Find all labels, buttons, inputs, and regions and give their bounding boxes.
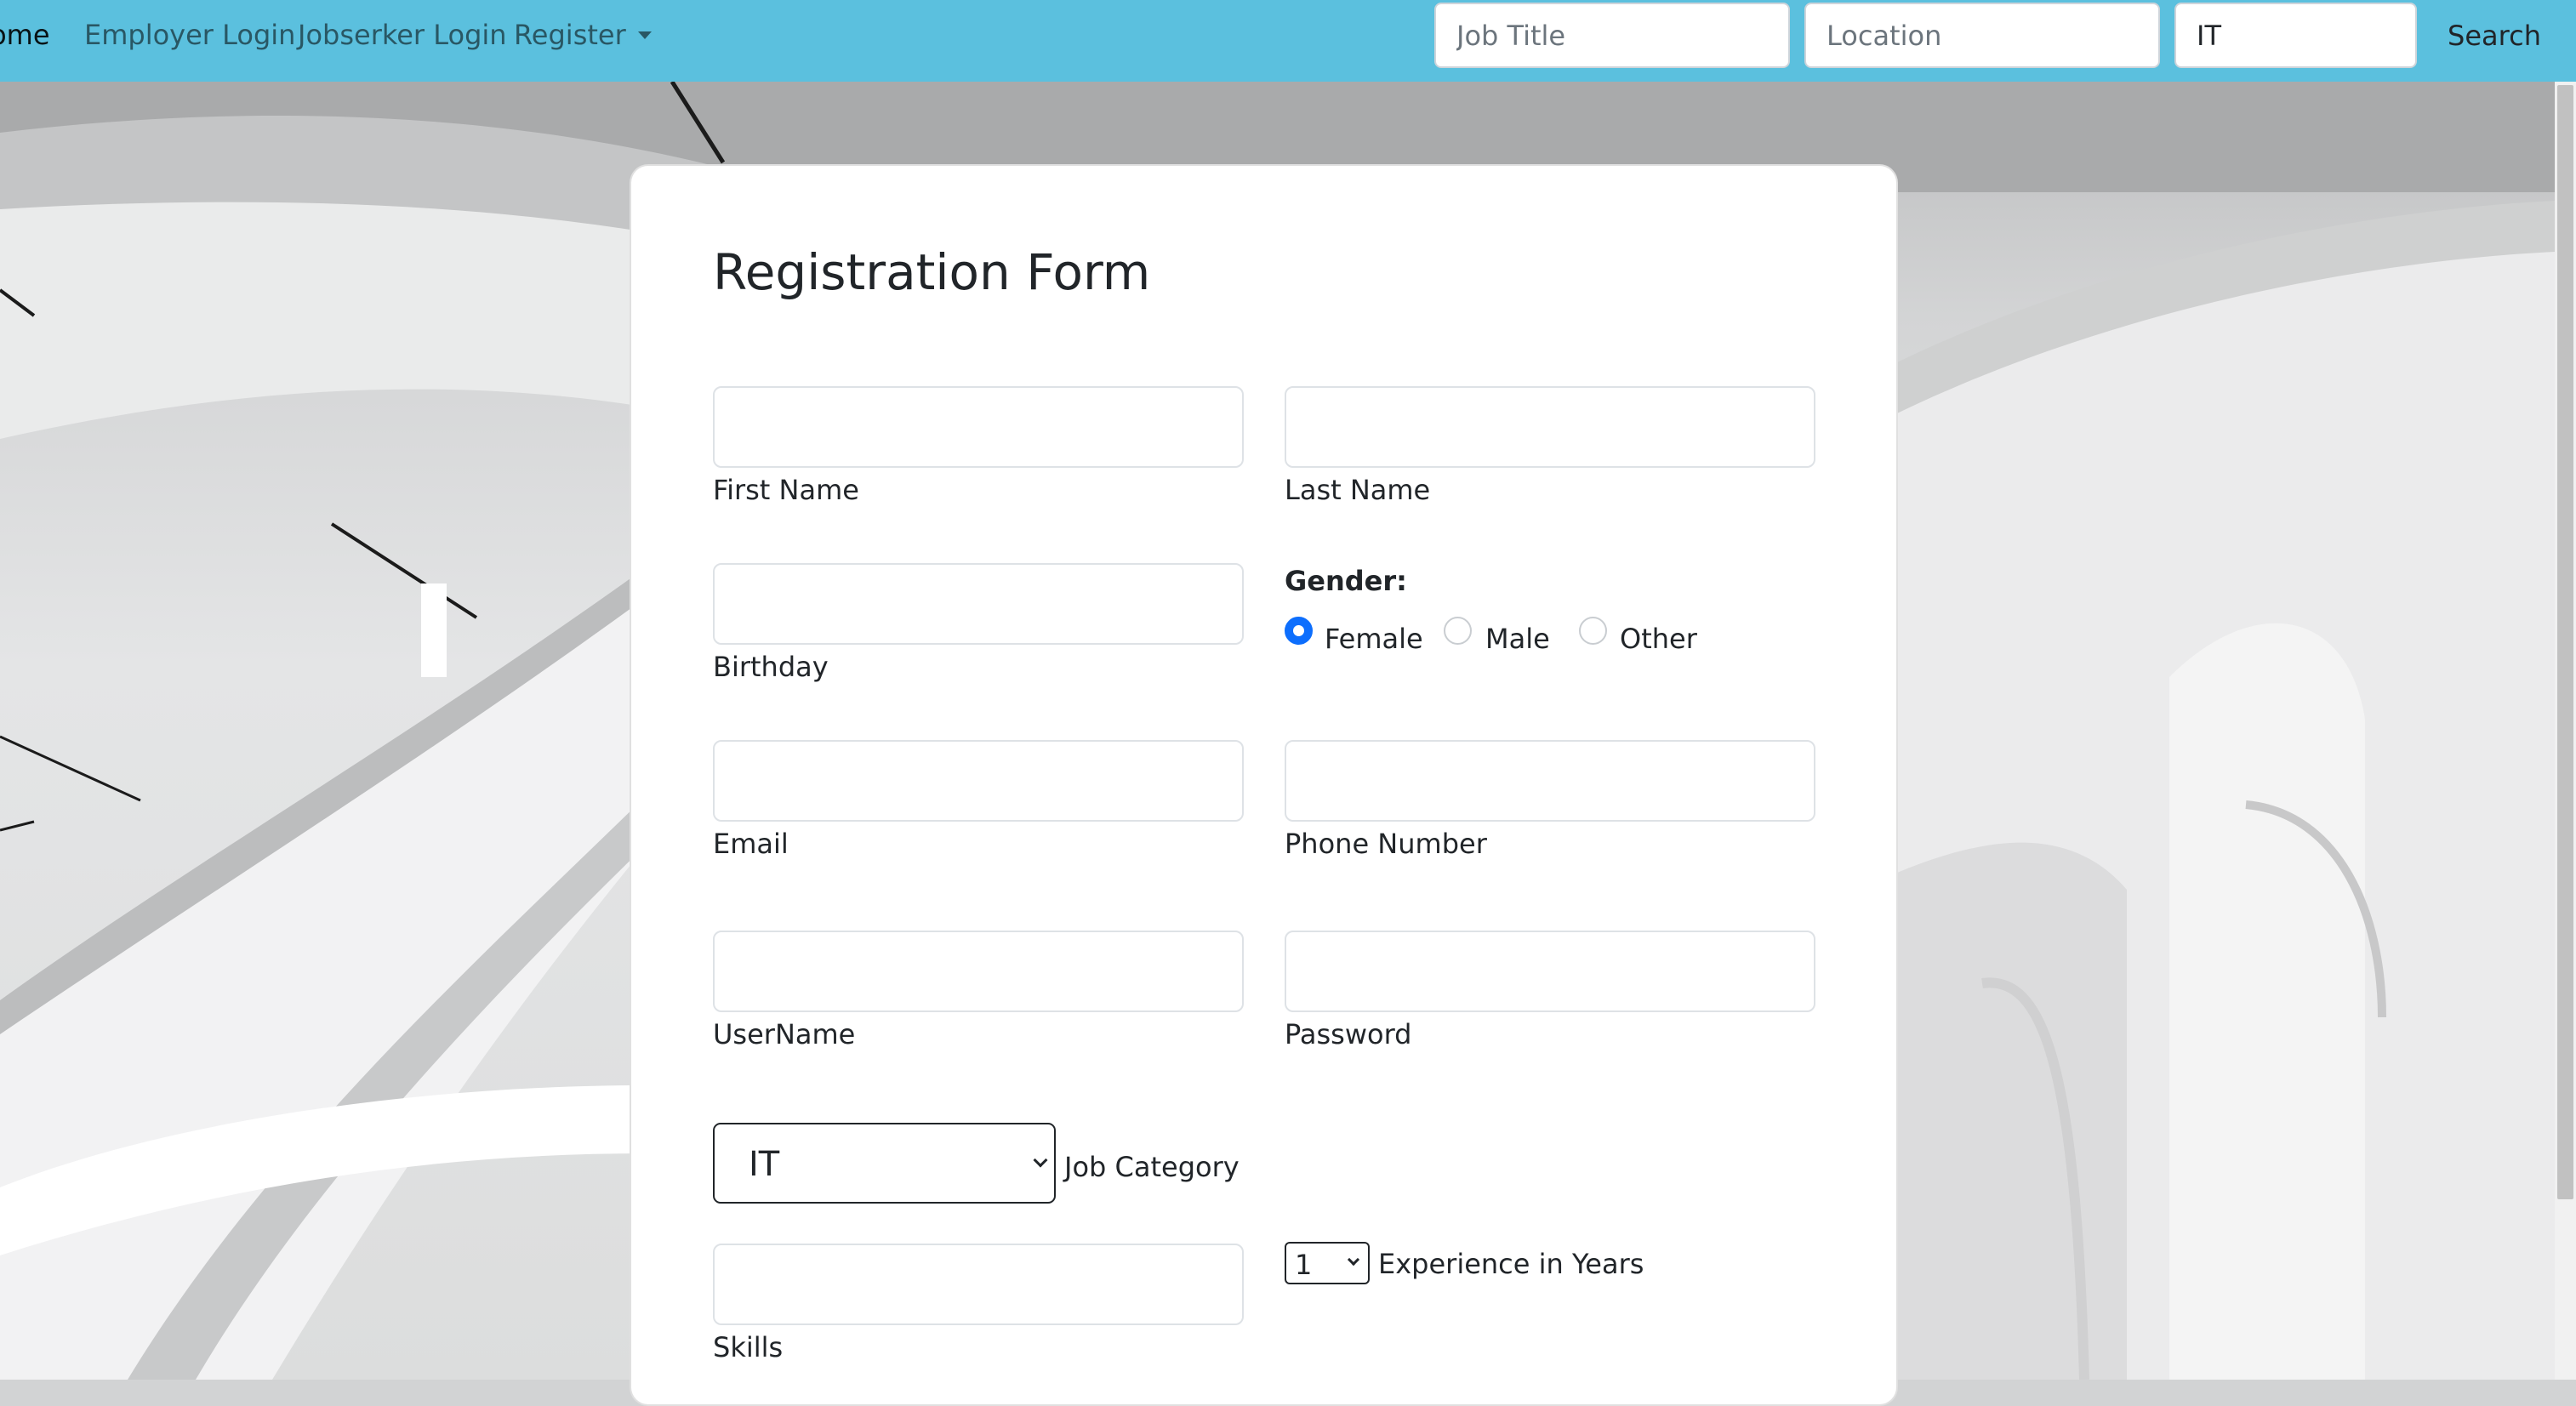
birthday-input[interactable] — [713, 563, 1244, 645]
nav-jobseeker-login-link[interactable]: Jobserker Login — [298, 16, 507, 54]
job-title-search-input[interactable] — [1434, 3, 1790, 68]
job-category-value: IT — [749, 1145, 780, 1184]
search-button[interactable]: Search — [2431, 3, 2557, 68]
skills-input[interactable] — [713, 1244, 1244, 1325]
chevron-down-icon — [1347, 1253, 1360, 1267]
registration-card: Registration Form First Name Last Name B… — [630, 164, 1898, 1406]
nav-register-dropdown[interactable]: Register — [514, 16, 652, 54]
experience-years-label: Experience in Years — [1378, 1248, 1644, 1280]
experience-years-value: 1 — [1295, 1249, 1313, 1281]
location-search-input[interactable] — [1804, 3, 2160, 68]
first-name-label: First Name — [713, 474, 859, 506]
gender-female-radio[interactable] — [1285, 617, 1313, 645]
chevron-down-icon — [1033, 1153, 1048, 1168]
username-input[interactable] — [713, 931, 1244, 1012]
password-label: Password — [1285, 1018, 1412, 1050]
last-name-input[interactable] — [1285, 386, 1815, 468]
first-name-input[interactable] — [713, 386, 1244, 468]
nav-employer-login-link[interactable]: Employer Login — [84, 16, 295, 54]
top-navbar: Home Employer Login Jobserker Login Regi… — [0, 0, 2576, 82]
job-category-select[interactable]: IT — [713, 1123, 1056, 1204]
gender-other-label[interactable]: Other — [1620, 622, 1697, 656]
job-category-label: Job Category — [1064, 1151, 1240, 1183]
email-label: Email — [713, 828, 789, 860]
phone-number-label: Phone Number — [1285, 828, 1487, 860]
nav-register-label: Register — [514, 19, 626, 51]
gender-female-label[interactable]: Female — [1325, 622, 1423, 656]
category-search-input[interactable] — [2174, 3, 2417, 68]
skills-label: Skills — [713, 1331, 784, 1363]
phone-number-input[interactable] — [1285, 740, 1815, 822]
email-input[interactable] — [713, 740, 1244, 822]
birthday-label: Birthday — [713, 651, 829, 683]
form-title: Registration Form — [713, 243, 1151, 301]
last-name-label: Last Name — [1285, 474, 1431, 506]
scrollbar-thumb[interactable] — [2557, 85, 2573, 1199]
experience-years-select[interactable]: 1 — [1285, 1242, 1370, 1284]
gender-male-radio[interactable] — [1444, 617, 1472, 645]
caret-down-icon — [637, 31, 652, 39]
gender-label: Gender: — [1285, 565, 1407, 597]
nav-home-link[interactable]: Home — [0, 16, 50, 54]
gender-male-label[interactable]: Male — [1485, 622, 1550, 656]
gender-other-radio[interactable] — [1579, 617, 1607, 645]
username-label: UserName — [713, 1018, 856, 1050]
password-input[interactable] — [1285, 931, 1815, 1012]
